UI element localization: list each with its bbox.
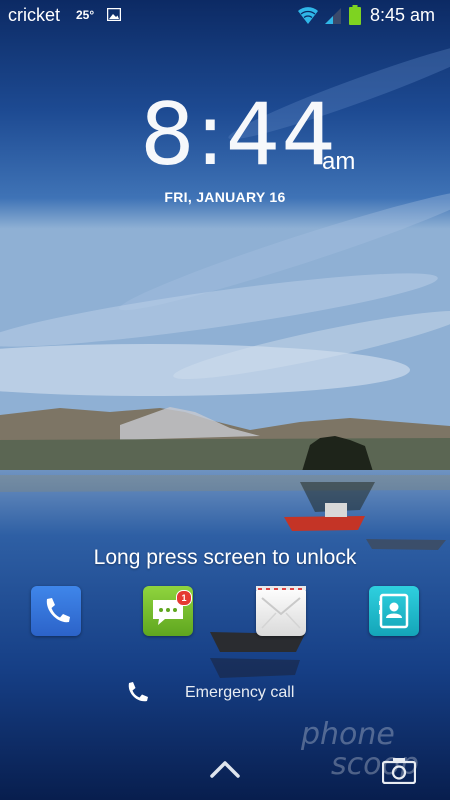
phone-icon xyxy=(46,598,70,623)
messaging-badge: 1 xyxy=(176,590,192,606)
lockscreen-date: FRI, JANUARY 16 xyxy=(164,189,286,205)
chevron-up-icon[interactable] xyxy=(209,758,241,780)
clock-time: 8:44 xyxy=(140,85,338,185)
unlock-hint: Long press screen to unlock xyxy=(93,546,357,569)
clock-ampm: am xyxy=(322,148,356,175)
lockscreen-clock: 8:44 xyxy=(140,92,337,178)
gallery-icon xyxy=(107,8,121,21)
camera-icon[interactable] xyxy=(382,756,416,784)
emergency-call-button[interactable]: Emergency call xyxy=(185,684,294,702)
envelope-icon xyxy=(256,586,306,629)
email-app-shortcut[interactable] xyxy=(256,586,306,636)
wifi-icon xyxy=(298,7,318,24)
carrier-name: cricket xyxy=(8,5,61,25)
phone-app-shortcut[interactable] xyxy=(31,586,81,636)
temperature: 25° xyxy=(76,8,95,22)
contacts-app-shortcut[interactable] xyxy=(369,586,419,636)
battery-icon xyxy=(349,5,361,25)
emergency-phone-icon[interactable] xyxy=(124,680,150,706)
contacts-icon xyxy=(379,593,409,629)
status-bar: cricket 25° 8:45 am xyxy=(0,0,450,32)
status-time: 8:45 am xyxy=(370,5,436,25)
signal-icon xyxy=(325,8,341,24)
watermark-logo: phone scoop xyxy=(300,717,419,778)
